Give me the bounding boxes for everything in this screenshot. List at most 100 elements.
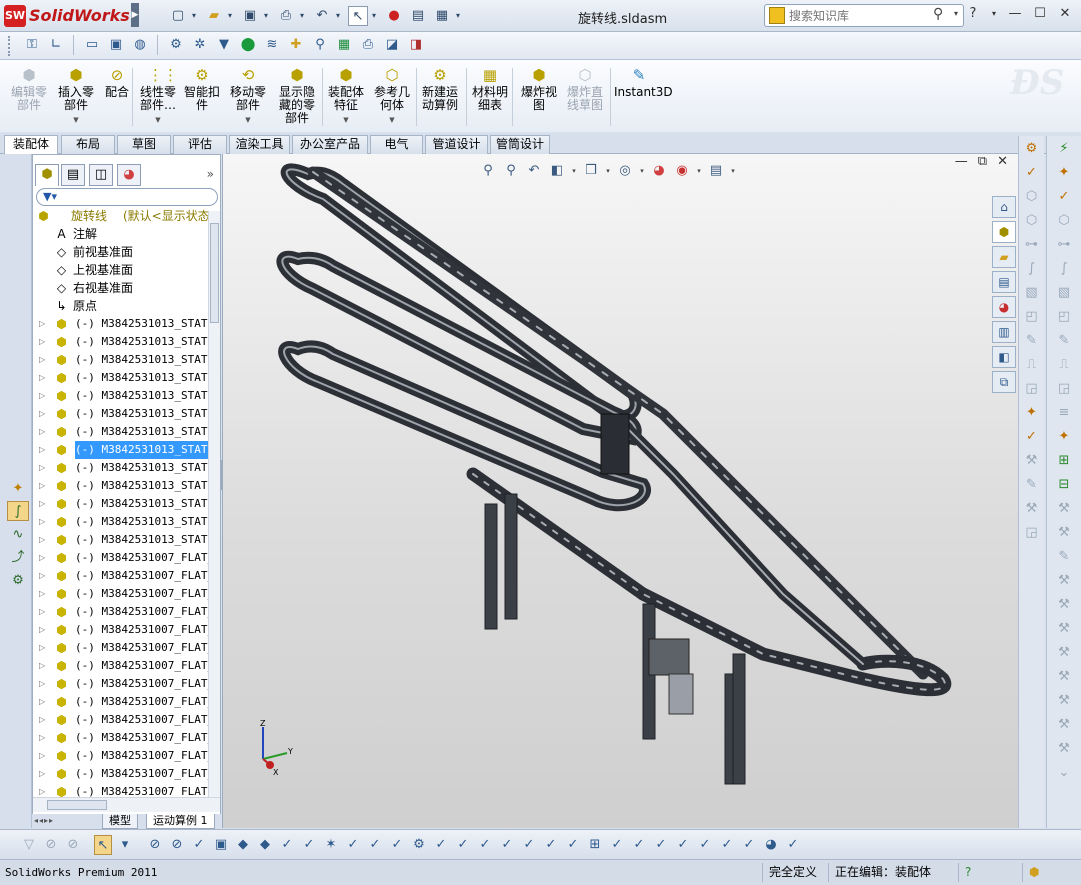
expand-arrow-icon[interactable]: ▷: [39, 315, 47, 333]
funnel-icon[interactable]: ▼: [214, 35, 234, 55]
motion-study-tab[interactable]: 运动算例 1: [146, 814, 215, 829]
new-document-icon[interactable]: ▢: [168, 6, 188, 26]
cmd-bom-button[interactable]: ▦ 材料明 细表: [470, 64, 510, 130]
route-tool-3-icon[interactable]: ✦: [1021, 402, 1043, 424]
cmd-exploded-view-button[interactable]: ⬢ 爆炸视 图: [518, 64, 560, 130]
cmd-linear-pattern-button[interactable]: ⋮⋮ 线性零 部件… ▼: [136, 64, 180, 130]
cmd-assembly-feature-button[interactable]: ⬢ 装配体 特征 ▼: [326, 64, 366, 130]
tree-component[interactable]: ▷ ⬢ (-) M3842531013_STATIC: [33, 477, 208, 495]
cmd-smart-fastener-button[interactable]: ⚙ 智能扣 件: [182, 64, 222, 130]
design-library-icon[interactable]: ⬢: [992, 221, 1016, 243]
display-manager-tab-icon[interactable]: ◕: [117, 164, 141, 186]
cmd-mate-button[interactable]: ⊘ 配合: [102, 64, 132, 130]
expand-arrow-icon[interactable]: ▷: [39, 495, 47, 513]
monitor-icon[interactable]: ▭: [82, 35, 102, 55]
tab-1[interactable]: 装配体: [4, 135, 58, 155]
select-pointer-icon[interactable]: ↖: [348, 6, 368, 26]
tree-component[interactable]: ▷ ⬢ (-) M3842531007_FLAT C: [33, 783, 208, 797]
expand-arrow-icon[interactable]: ▷: [39, 711, 47, 729]
tab-2[interactable]: 布局: [61, 135, 115, 154]
route-fitting-icon[interactable]: ⚙: [7, 570, 29, 590]
route-curve-icon[interactable]: ∿: [7, 524, 29, 544]
new-dropdown-icon[interactable]: ▾: [192, 6, 200, 26]
expand-arrow-icon[interactable]: ▷: [39, 369, 47, 387]
undo-icon[interactable]: ↶: [312, 6, 332, 26]
bottom-tool-icon[interactable]: ✓: [476, 835, 494, 855]
electrical-tool-6-icon[interactable]: ⊟: [1053, 474, 1075, 496]
close-button[interactable]: ✕: [1057, 6, 1073, 21]
rebuild-traffic-light-icon[interactable]: ●: [384, 6, 404, 26]
tree-component[interactable]: ▷ ⬢ (-) M3842531007_FLAT_C: [33, 729, 208, 747]
file-explorer-icon[interactable]: ▰: [992, 246, 1016, 268]
help-book-icon[interactable]: ◨: [406, 35, 426, 55]
expand-arrow-icon[interactable]: ▷: [39, 405, 47, 423]
tab-navigation-arrows[interactable]: ◂◂▸▸: [34, 816, 54, 825]
bottom-tool-icon[interactable]: ✓: [278, 835, 296, 855]
tree-component[interactable]: ▷ ⬢ (-) M3842531007_FLAT_C: [33, 657, 208, 675]
search-knowledge-base[interactable]: ⚲ ▾: [764, 4, 964, 27]
tree-item-plane[interactable]: ◇ 上视基准面: [33, 261, 208, 279]
scroll-thumb[interactable]: [210, 223, 219, 323]
tab-6[interactable]: 办公室产品: [292, 135, 368, 154]
tree-component[interactable]: ▷ ⬢ (-) M3842531013_STATIC: [33, 423, 208, 441]
electrical-tool-3-icon[interactable]: ✓: [1053, 186, 1075, 208]
cmd-dropdown-icon[interactable]: ▼: [372, 114, 412, 127]
expand-arrow-icon[interactable]: ▷: [39, 333, 47, 351]
bottom-tool-icon[interactable]: ✓: [300, 835, 318, 855]
expand-arrow-icon[interactable]: ▷: [39, 513, 47, 531]
magnifier-icon[interactable]: ⚲: [310, 35, 330, 55]
tree-component[interactable]: ▷ ⬢ (-) M3842531013_STATIC: [33, 333, 208, 351]
tab-5[interactable]: 渲染工具: [229, 135, 290, 154]
cmd-dropdown-icon[interactable]: ▼: [136, 114, 180, 127]
model-tab[interactable]: 模型: [102, 814, 138, 829]
expand-arrow-icon[interactable]: ▷: [39, 765, 47, 783]
tree-component[interactable]: ▷ ⬢ (-) M3842531013_STATIC: [33, 513, 208, 531]
electrical-tool-1-icon[interactable]: ⚡: [1053, 138, 1075, 160]
bottom-tool-icon[interactable]: ✓: [740, 835, 758, 855]
tree-component[interactable]: ▷ ⬢ (-) M3842531013_STATIC: [33, 351, 208, 369]
tree-component[interactable]: ▷ ⬢ (-) M3842531007_FLAT_C: [33, 693, 208, 711]
bottom-tool-icon[interactable]: ◆: [256, 835, 274, 855]
bottom-tool-icon[interactable]: ✶: [322, 835, 340, 855]
bottom-tool-icon[interactable]: ⊘: [168, 835, 186, 855]
tree-component[interactable]: ▷ ⬢ (-) M3842531013_STATIC: [33, 459, 208, 477]
printer-icon[interactable]: ⎙: [358, 35, 378, 55]
map-pin-icon[interactable]: ⬤: [238, 35, 258, 55]
tree-component[interactable]: ▷ ⬢ (-) M3842531007_FLAT_C: [33, 621, 208, 639]
cmd-move-component-button[interactable]: ⟲ 移动零 部件 ▼: [228, 64, 268, 130]
cmd-insert-component-button[interactable]: ⬢ 插入零 部件 ▼: [56, 64, 96, 130]
route-tool-1-icon[interactable]: ⚙: [1021, 138, 1043, 160]
graphics-area[interactable]: — ⧉ ✕ ⚲ ⚲ ↶ ◧ ▾ ❒ ▾ ◎ ▾ ◕ ◉ ▾ ▤ ▾ Z Y X: [222, 154, 1018, 828]
screen-capture-icon[interactable]: ▣: [106, 35, 126, 55]
expand-arrow-icon[interactable]: ▷: [39, 603, 47, 621]
gear-icon[interactable]: ⚙: [166, 35, 186, 55]
expand-arrow-icon[interactable]: ▷: [39, 657, 47, 675]
bottom-tool-icon[interactable]: ✓: [344, 835, 362, 855]
bottom-tool-icon[interactable]: ↖: [94, 835, 112, 855]
bottom-tool-icon[interactable]: ⚙: [410, 835, 428, 855]
cmd-dropdown-icon[interactable]: ▼: [56, 114, 96, 127]
key-icon[interactable]: ⚿: [22, 35, 42, 55]
bottom-tool-icon[interactable]: ✓: [608, 835, 626, 855]
expand-arrow-icon[interactable]: ▷: [39, 477, 47, 495]
minimize-button[interactable]: —: [1007, 6, 1023, 21]
tree-component[interactable]: ▷ ⬢ (-) M3842531007_FLAT_C: [33, 639, 208, 657]
tree-component[interactable]: ▷ ⬢ (-) M3842531013_STATIC: [33, 495, 208, 513]
tree-component[interactable]: ▷ ⬢ (-) M3842531007_FLAT_C: [33, 567, 208, 585]
configuration-manager-tab-icon[interactable]: ◫: [89, 164, 113, 186]
expand-arrow-icon[interactable]: ▷: [39, 747, 47, 765]
route-tool-2-icon[interactable]: ✓: [1021, 162, 1043, 184]
expand-arrow-icon[interactable]: ▷: [39, 387, 47, 405]
file-properties-icon[interactable]: ▤: [408, 6, 428, 26]
tree-item-plane[interactable]: ◇ 前视基准面: [33, 243, 208, 261]
route-bend-icon[interactable]: ⤴: [7, 547, 29, 567]
bottom-tool-icon[interactable]: ✓: [542, 835, 560, 855]
tab-9[interactable]: 管筒设计: [490, 135, 550, 154]
expand-arrow-icon[interactable]: ▷: [39, 729, 47, 747]
tree-item-plane[interactable]: ◇ 右视基准面: [33, 279, 208, 297]
expand-arrow-icon[interactable]: ▷: [39, 693, 47, 711]
tree-component[interactable]: ▷ ⬢ (-) M3842531007_FLAT_C: [33, 711, 208, 729]
bottom-tool-icon[interactable]: ✓: [674, 835, 692, 855]
tree-item-annotation[interactable]: A 注解: [33, 225, 208, 243]
tree-component[interactable]: ▷ ⬢ (-) M3842531007_FLAT_C: [33, 603, 208, 621]
